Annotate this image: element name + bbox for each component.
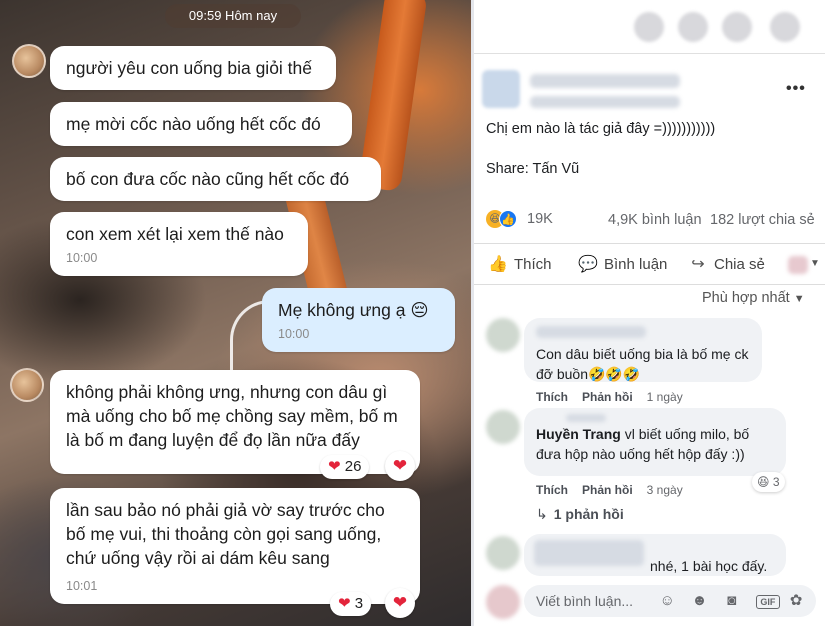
message-text: không phải không ưng, nhưng con dâu gì m… — [66, 382, 398, 450]
sender-avatar[interactable] — [12, 44, 46, 78]
commenter-avatar[interactable] — [486, 318, 520, 352]
nav-icon[interactable] — [770, 12, 800, 42]
share-button[interactable]: ↪ Chia sẻ — [688, 254, 765, 274]
message-text: lần sau bảo nó phải giả vờ say trước cho… — [66, 500, 385, 568]
haha-reaction-icon: 😆 — [757, 475, 770, 489]
post-share-credit: Share: Tấn Vũ — [486, 161, 580, 177]
top-bar — [474, 0, 825, 54]
message-time: 10:00 — [66, 251, 98, 265]
message-text: bố con đưa cốc nào cũng hết cốc đó — [66, 169, 350, 189]
message-text: Mẹ không ưng ạ 😔 — [278, 300, 429, 320]
message-bubble[interactable]: bố con đưa cốc nào cũng hết cốc đó — [50, 157, 381, 201]
comment-text: nhé, 1 bài học đấy. — [650, 558, 768, 574]
comment-count[interactable]: 4,9K bình luận — [608, 212, 702, 228]
message-bubble[interactable]: mẹ mời cốc nào uống hết cốc đó — [50, 102, 352, 146]
commenter-avatar[interactable] — [486, 410, 520, 444]
heart-react-button[interactable]: ❤ — [385, 588, 415, 618]
message-bubble[interactable]: người yêu con uống bia giỏi thế — [50, 46, 336, 90]
post-time-redacted — [530, 96, 680, 108]
reaction-count[interactable]: ❤ 26 — [320, 455, 370, 479]
comment-icon: 💬 — [578, 256, 598, 273]
heart-icon: ❤ — [392, 593, 408, 612]
comment-bubble[interactable]: Huyền Trang vl biết uống milo, bố đưa hộ… — [524, 408, 786, 476]
post-caption: Chị em nào là tác giả đây =))))))))))) — [486, 121, 716, 137]
like-reaction-icon: 👍 — [499, 210, 517, 228]
message-text: người yêu con uống bia giỏi thế — [66, 58, 312, 78]
message-bubble[interactable]: con xem xét lại xem thế nào 10:00 — [50, 212, 308, 276]
more-options-icon[interactable]: ••• — [786, 80, 806, 98]
camera-icon[interactable]: ◙ — [720, 592, 744, 609]
message-time: 10:00 — [278, 327, 310, 341]
chat-time-header: 09:59 Hôm nay — [165, 4, 301, 28]
share-icon: ↪ — [691, 256, 705, 273]
page-name-redacted — [530, 74, 680, 88]
comment-composer: ☺ ☻ ◙ GIF ✿ — [524, 585, 816, 617]
sticker-icon[interactable]: ☺ — [655, 592, 679, 609]
emoji-icon[interactable]: ☻ — [687, 592, 711, 609]
chevron-down-icon: ▼ — [793, 293, 805, 305]
reaction-count[interactable]: ❤ 3 — [330, 592, 372, 616]
reaction-count[interactable]: 19K — [527, 211, 553, 227]
current-user-avatar[interactable] — [486, 585, 520, 619]
thumbs-up-icon: 👍 — [488, 256, 508, 273]
message-bubble[interactable]: lần sau bảo nó phải giả vờ say trước cho… — [50, 488, 420, 604]
comment-bubble[interactable]: nhé, 1 bài học đấy. — [524, 534, 786, 576]
comment-reply-link[interactable]: Phản hồi — [582, 483, 633, 497]
profile-selector-icon[interactable] — [788, 256, 808, 274]
commenter-avatar[interactable] — [486, 536, 520, 570]
heart-icon: ❤ — [392, 456, 408, 475]
message-text: con xem xét lại xem thế nào — [66, 224, 284, 244]
comment-like-link[interactable]: Thích — [536, 483, 568, 497]
chevron-down-icon[interactable]: ▼ — [810, 258, 820, 269]
share-count[interactable]: 182 lượt chia sẻ — [710, 212, 815, 228]
nav-icon[interactable] — [678, 12, 708, 42]
comment-reply-link[interactable]: Phản hồi — [582, 390, 633, 404]
nav-icon[interactable] — [634, 12, 664, 42]
commenter-name[interactable]: Huyền Trang — [536, 426, 621, 442]
composer-icons: ☺ ☻ ◙ GIF ✿ — [651, 591, 808, 609]
like-button[interactable]: 👍 Thích — [488, 254, 551, 274]
comment-text: Con dâu biết uống bia là bố mẹ ck đỡ buồ… — [536, 346, 749, 382]
post-stats: 😆👍 19K 4,9K bình luận 182 lượt chia sẻ — [486, 210, 816, 232]
view-replies-link[interactable]: ↳ 1 phản hồi — [536, 506, 624, 523]
sort-comments-dropdown[interactable]: Phù hợp nhất ▼ — [702, 290, 805, 306]
comment-bubble[interactable]: Con dâu biết uống bia là bố mẹ ck đỡ buồ… — [524, 318, 762, 382]
commenter-name-redacted — [536, 326, 646, 338]
facebook-post: ••• Chị em nào là tác giả đây =)))))))))… — [474, 0, 825, 626]
badge-redacted — [566, 414, 606, 422]
gif-icon[interactable]: GIF — [752, 592, 780, 609]
page-avatar[interactable] — [482, 70, 520, 108]
comment-button[interactable]: 💬 Bình luận — [578, 254, 667, 274]
sender-avatar[interactable] — [10, 368, 44, 402]
comment-like-link[interactable]: Thích — [536, 390, 568, 404]
chat-screenshot: 09:59 Hôm nay người yêu con uống bia giỏ… — [0, 0, 471, 626]
post-actions: 👍 Thích 💬 Bình luận ↪ Chia sẻ ▼ — [474, 243, 825, 285]
sent-message-bubble[interactable]: Mẹ không ưng ạ 😔 10:00 — [262, 288, 455, 352]
heart-icon: ❤ — [328, 458, 341, 475]
comment-reaction-count[interactable]: 😆 3 — [752, 472, 785, 492]
comment-text-redacted — [534, 540, 644, 566]
nav-icon[interactable] — [722, 12, 752, 42]
heart-icon: ❤ — [338, 595, 351, 612]
message-text: mẹ mời cốc nào uống hết cốc đó — [66, 114, 321, 134]
avatar-sticker-icon[interactable]: ✿ — [784, 591, 808, 609]
reply-arrow-icon: ↳ — [536, 506, 548, 522]
comment-meta: Thích Phản hồi 3 ngày — [536, 483, 683, 497]
comment-meta: Thích Phản hồi 1 ngày — [536, 390, 683, 404]
heart-react-button[interactable]: ❤ — [385, 451, 415, 481]
